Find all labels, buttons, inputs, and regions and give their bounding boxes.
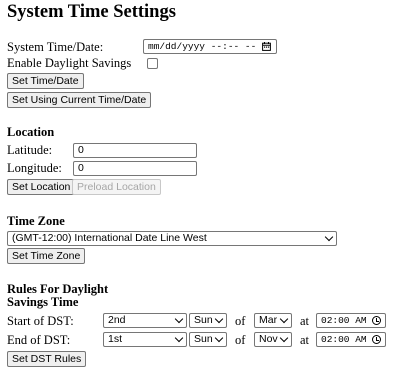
dst-end-label: End of DST: bbox=[7, 333, 71, 347]
clock-icon[interactable] bbox=[372, 335, 381, 344]
longitude-label: Longitude: bbox=[7, 161, 62, 175]
dst-end-day: Sun bbox=[194, 333, 213, 345]
dst-end-of-text: of bbox=[235, 333, 246, 347]
calendar-icon[interactable] bbox=[262, 42, 271, 51]
datetime-placeholder: mm/dd/yyyy --:-- -- bbox=[148, 41, 257, 52]
clock-icon[interactable] bbox=[372, 316, 381, 325]
page-title: System Time Settings bbox=[7, 2, 176, 22]
dst-start-at-text: at bbox=[300, 314, 310, 328]
chevron-down-icon bbox=[279, 333, 289, 343]
longitude-input[interactable]: 0 bbox=[73, 161, 197, 176]
dst-start-week: 2nd bbox=[108, 314, 126, 326]
set-time-date-button[interactable]: Set Time/Date bbox=[7, 73, 84, 89]
dst-start-time: 02:00 AM bbox=[321, 315, 367, 326]
dst-start-month-select[interactable]: Mar bbox=[254, 313, 292, 328]
daylight-savings-label: Enable Daylight Savings bbox=[7, 56, 132, 70]
dst-start-month: Mar bbox=[259, 314, 278, 326]
set-dst-rules-button[interactable]: Set DST Rules bbox=[7, 351, 87, 367]
system-datetime-input[interactable]: mm/dd/yyyy --:-- -- bbox=[143, 39, 277, 54]
time-zone-heading: Time Zone bbox=[7, 214, 65, 228]
set-location-button[interactable]: Set Location bbox=[7, 179, 76, 195]
daylight-savings-checkbox[interactable] bbox=[147, 58, 158, 69]
latitude-input[interactable]: 0 bbox=[73, 143, 197, 158]
chevron-down-icon bbox=[174, 314, 184, 324]
time-zone-select[interactable]: (GMT-12:00) International Date Line West bbox=[7, 231, 337, 246]
dst-start-label: Start of DST: bbox=[7, 314, 74, 328]
location-heading: Location bbox=[7, 125, 55, 139]
time-zone-selected: (GMT-12:00) International Date Line West bbox=[12, 232, 207, 244]
preload-location-button: Preload Location bbox=[72, 179, 161, 195]
dst-end-week: 1st bbox=[108, 333, 123, 345]
dst-end-day-select[interactable]: Sun bbox=[189, 332, 227, 347]
dst-start-day: Sun bbox=[194, 314, 213, 326]
chevron-down-icon bbox=[174, 333, 184, 343]
chevron-down-icon bbox=[279, 314, 289, 324]
set-time-zone-button[interactable]: Set Time Zone bbox=[7, 248, 86, 264]
chevron-down-icon bbox=[214, 333, 224, 343]
dst-end-week-select[interactable]: 1st bbox=[103, 332, 187, 347]
dst-end-time: 02:00 AM bbox=[321, 334, 367, 345]
dst-end-month: Nov bbox=[259, 333, 278, 345]
dst-start-time-input[interactable]: 02:00 AM bbox=[316, 313, 386, 328]
set-current-time-button[interactable]: Set Using Current Time/Date bbox=[7, 92, 152, 108]
dst-end-month-select[interactable]: Nov bbox=[254, 332, 292, 347]
latitude-label: Latitude: bbox=[7, 143, 53, 157]
dst-end-at-text: at bbox=[300, 333, 310, 347]
chevron-down-icon bbox=[324, 232, 334, 242]
dst-start-day-select[interactable]: Sun bbox=[189, 313, 227, 328]
dst-rules-heading-line2: Savings Time bbox=[7, 295, 79, 309]
dst-start-of-text: of bbox=[235, 314, 246, 328]
system-date-label: System Time/Date: bbox=[7, 40, 104, 54]
chevron-down-icon bbox=[214, 314, 224, 324]
dst-end-time-input[interactable]: 02:00 AM bbox=[316, 332, 386, 347]
dst-start-week-select[interactable]: 2nd bbox=[103, 313, 187, 328]
